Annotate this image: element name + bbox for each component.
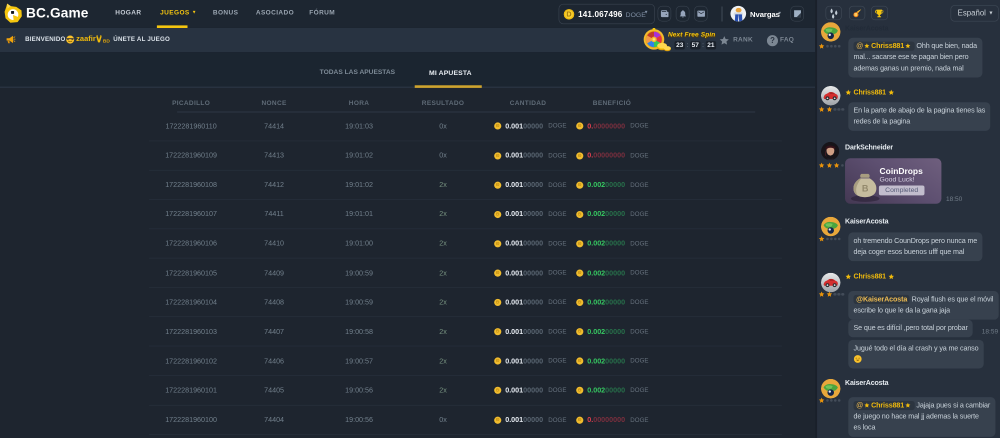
svg-text:B: B bbox=[862, 183, 869, 193]
svg-text:B: B bbox=[854, 12, 857, 17]
